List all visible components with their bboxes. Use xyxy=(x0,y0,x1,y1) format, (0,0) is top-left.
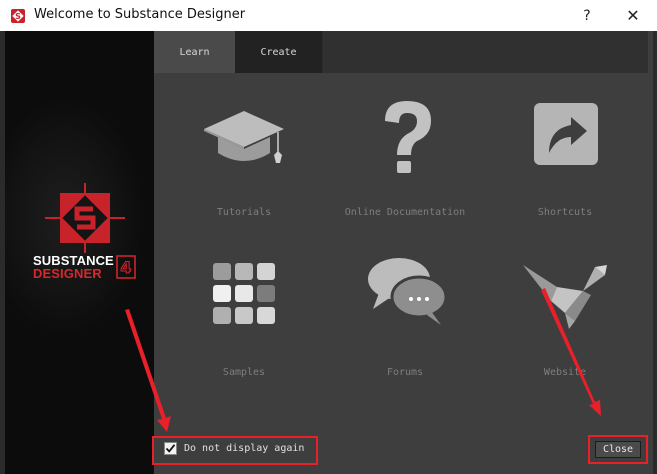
annotation-arrows xyxy=(125,288,601,432)
annotation-arrow-left xyxy=(125,309,171,432)
annotation-arrow-right xyxy=(541,288,601,416)
